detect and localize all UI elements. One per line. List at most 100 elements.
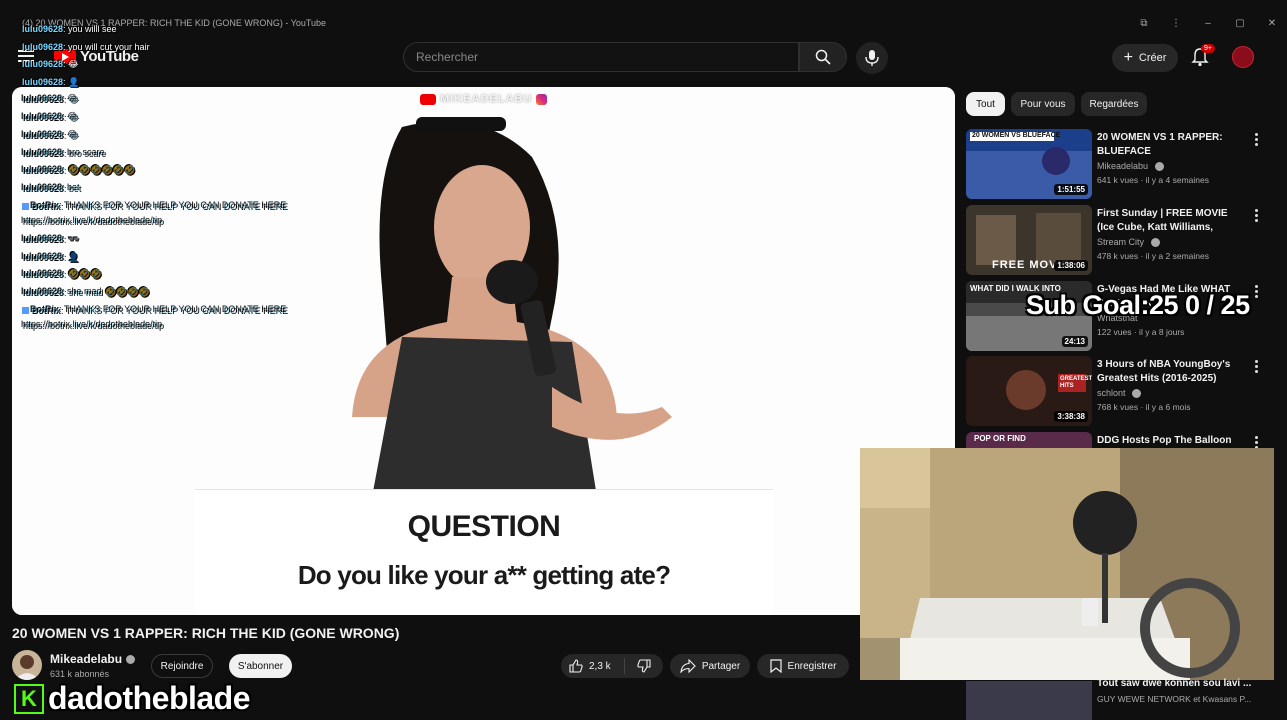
chat-username: lulu09628 xyxy=(22,287,64,297)
recommendation-item[interactable]: Tout saw dwe konnen sou lavi ... GUY WEW… xyxy=(966,678,1276,720)
rec-channel: GUY WEWE NETWORK et Kwasans P... xyxy=(1097,694,1252,704)
rec-title[interactable]: 20 WOMEN VS 1 RAPPER: BLUEFACE xyxy=(1097,131,1237,159)
rec-meta: 768 k vues · il y a 6 mois xyxy=(1097,402,1191,412)
chip-tout[interactable]: Tout xyxy=(966,92,1005,116)
rec-channel[interactable]: Stream City xyxy=(1097,237,1160,248)
search-button[interactable] xyxy=(799,42,847,72)
video-thumbnail[interactable]: 20 WOMEN VS BLUEFACE 1:51:55 xyxy=(966,129,1092,199)
more-vert-icon[interactable] xyxy=(1255,360,1261,374)
subscribe-button[interactable]: S'abonner xyxy=(229,654,292,678)
chat-text: : 👓 xyxy=(63,234,80,244)
chat-username: lulu09628 xyxy=(22,252,64,262)
rec-title[interactable]: DDG Hosts Pop The Balloon or xyxy=(1097,434,1237,448)
chat-message: lulu09628: she mad 🤣🤣🤣🤣 xyxy=(22,287,150,298)
chat-username: lulu09628 xyxy=(22,234,64,244)
video-thumbnail[interactable]: GREATEST HITS 3:38:38 xyxy=(966,356,1092,426)
subscriber-count: 631 k abonnés xyxy=(50,669,110,679)
chat-message: lulu09628: you will cut your hair xyxy=(22,42,150,52)
chat-text: https://botrix.live/k/dadotheblade/tip xyxy=(22,216,164,226)
youtube-icon xyxy=(420,93,436,105)
chat-text: : THANKS FOR YOUR HELP YOU CAN DONATE HE… xyxy=(60,201,288,211)
video-title: 20 WOMEN VS 1 RAPPER: RICH THE KID (GONE… xyxy=(12,625,400,641)
bot-badge-icon xyxy=(22,203,29,211)
more-vert-icon[interactable] xyxy=(1255,285,1261,299)
chat-text: : 👤 xyxy=(63,77,80,87)
rec-title[interactable]: 3 Hours of NBA YoungBoy's Greatest Hits … xyxy=(1097,358,1237,386)
chat-message: lulu09628: 👤 xyxy=(22,252,79,263)
chat-username: lulu09628 xyxy=(22,130,64,140)
more-vert-icon[interactable] xyxy=(1255,436,1261,448)
video-player[interactable]: MIKEADELABU QUESTION Do you like your a*… xyxy=(12,87,955,615)
question-text: Do you like your a** getting ate? xyxy=(297,560,671,590)
chat-message: https://botrix.live/k/dadotheblade/tip xyxy=(22,216,163,226)
microphone-icon xyxy=(865,50,879,66)
chat-message: lulu09628: bet xyxy=(22,183,81,193)
search-input[interactable] xyxy=(404,43,798,71)
chat-text: : THANKS FOR YOUR HELP YOU CAN DONATE HE… xyxy=(60,305,288,315)
chat-username: lulu09628 xyxy=(22,59,64,69)
install-icon[interactable]: ⧉ xyxy=(1137,18,1151,29)
join-button[interactable]: Rejoindre xyxy=(151,654,213,678)
thumbs-up-icon xyxy=(569,659,583,673)
more-vert-icon[interactable]: ⋮ xyxy=(1169,18,1183,29)
like-button[interactable]: 2,3 k xyxy=(561,658,625,674)
rec-meta: 478 k vues · il y a 2 semaines xyxy=(1097,251,1209,261)
rec-title[interactable]: First Sunday | FREE MOVIE (Ice Cube, Kat… xyxy=(1097,207,1237,235)
recommendation-item[interactable]: 20 WOMEN VS BLUEFACE 1:51:55 20 WOMEN VS… xyxy=(966,129,1276,199)
rec-channel[interactable]: Mikeadelabu xyxy=(1097,161,1164,172)
chat-text: : you willl see xyxy=(63,24,117,34)
video-duration: 1:38:06 xyxy=(1054,260,1088,271)
chat-username: BotRix xyxy=(31,305,60,315)
rec-channel[interactable]: schlont xyxy=(1097,388,1142,399)
video-thumbnail[interactable]: POP OR FIND xyxy=(966,432,1092,448)
video-duration: 3:38:38 xyxy=(1054,411,1088,422)
share-icon xyxy=(680,659,696,673)
notification-badge: 9+ xyxy=(1201,44,1215,53)
chat-message: lulu09628: 😂 xyxy=(22,59,79,70)
chat-username: lulu09628 xyxy=(22,112,64,122)
chat-message: lulu09628: 👤 xyxy=(22,77,79,88)
chip-regardees[interactable]: Regardées xyxy=(1081,92,1147,116)
thumbnail-caption: POP OR FIND xyxy=(974,434,1026,443)
chat-text: : she mad 🤣🤣🤣🤣 xyxy=(63,287,150,297)
recommendation-item[interactable]: POP OR FIND DDG Hosts Pop The Balloon or xyxy=(966,432,1276,448)
question-title: QUESTION xyxy=(407,510,561,543)
video-duration: 1:51:55 xyxy=(1054,184,1088,195)
thumbs-down-icon xyxy=(637,659,651,673)
video-thumbnail[interactable]: FREE MOVIE 1:38:06 xyxy=(966,205,1092,275)
streamer-name: dadotheblade xyxy=(48,680,251,716)
chat-text: : 🤣🤣🤣 xyxy=(63,269,102,279)
create-button[interactable]: + Créer xyxy=(1112,44,1178,72)
chat-text: https://botrix.live/k/dadotheblade/tip xyxy=(22,320,164,330)
kick-logo-icon: K xyxy=(14,683,44,714)
chat-message: lulu09628: 👓 xyxy=(22,234,79,245)
more-vert-icon[interactable] xyxy=(1255,209,1261,223)
channel-name[interactable]: Mikeadelabu xyxy=(50,652,136,666)
dislike-button[interactable] xyxy=(625,659,663,673)
chat-text: : 😂 xyxy=(63,130,79,140)
rec-meta: 641 k vues · il y a 4 semaines xyxy=(1097,175,1209,185)
rec-title[interactable]: Tout saw dwe konnen sou lavi ... xyxy=(1097,678,1251,689)
recommendation-item[interactable]: FREE MOVIE 1:38:06 First Sunday | FREE M… xyxy=(966,205,1276,275)
more-vert-icon[interactable] xyxy=(1255,133,1261,147)
save-button[interactable]: Enregistrer xyxy=(757,654,849,678)
share-button[interactable]: Partager xyxy=(670,654,750,678)
recommendation-item[interactable]: GREATEST HITS 3:38:38 3 Hours of NBA You… xyxy=(966,356,1276,426)
maximize-icon[interactable]: ▢ xyxy=(1233,18,1247,29)
voice-search-button[interactable] xyxy=(856,42,888,74)
question-card: QUESTION Do you like your a** getting at… xyxy=(195,489,773,615)
streamer-webcam xyxy=(860,448,1274,680)
chat-username: BotRix xyxy=(31,201,60,211)
chat-text: : 😂 xyxy=(63,112,79,122)
chip-pour-vous[interactable]: Pour vous xyxy=(1011,92,1075,116)
account-avatar[interactable] xyxy=(1232,46,1254,68)
like-dislike-group: 2,3 k xyxy=(561,654,663,678)
channel-avatar[interactable] xyxy=(12,650,42,680)
window-controls: ⧉ ⋮ – ▢ ✕ xyxy=(1137,18,1279,29)
minimize-icon[interactable]: – xyxy=(1201,18,1215,29)
chat-text: : 😂 xyxy=(63,59,79,69)
close-icon[interactable]: ✕ xyxy=(1265,18,1279,29)
chat-message: lulu09628: 🤣🤣🤣 xyxy=(22,269,102,280)
search-box[interactable] xyxy=(403,42,799,72)
verified-icon xyxy=(126,655,136,665)
